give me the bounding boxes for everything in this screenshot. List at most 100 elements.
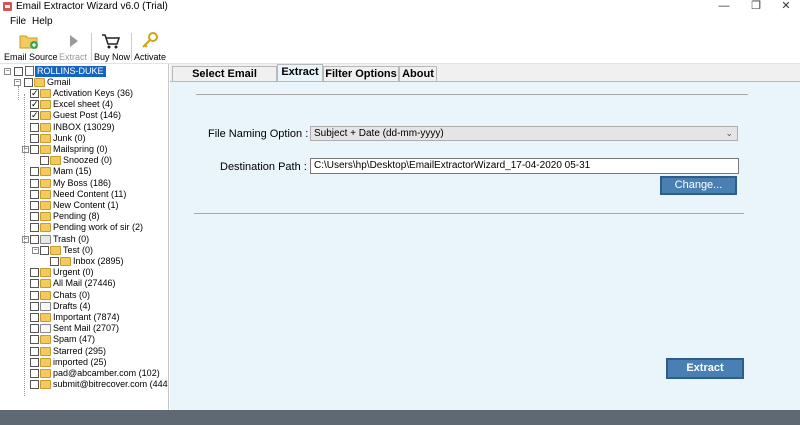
tree-folder-row[interactable]: − Mailspring (0) [22,144,168,155]
tree-folder-row[interactable]: INBOX (13029) [30,122,168,133]
tree-checkbox[interactable] [30,301,39,311]
toolbar: Email Source Extract Buy Now Activate [0,30,800,64]
tree-folder-label: Important (7874) [53,312,120,322]
activate-label: Activate [134,52,167,62]
tree-folder-row[interactable]: Inbox (2895) [50,256,168,267]
close-button[interactable]: ✕ [772,0,800,15]
tree-folder-row[interactable]: Pending (8) [30,211,168,222]
tab-extract[interactable]: Extract [277,64,323,82]
tree-folder-label: Activation Keys (36) [53,88,134,98]
folder-icon [40,167,51,177]
tree-checkbox[interactable] [50,257,59,266]
collapse-icon[interactable]: − [4,68,11,75]
maximize-button[interactable]: ❐ [742,0,770,15]
tree-folder-label: Inbox (2895) [73,256,124,266]
tree-gmail-row[interactable]: − Gmail [14,77,154,88]
tree-checkbox[interactable] [30,167,39,177]
tree-checkbox[interactable] [40,156,49,166]
tree-folder-row[interactable]: − Trash (0) [22,234,168,245]
tree-folder-label: Pending work of sir (2) [53,222,144,233]
tree-folder-row[interactable]: Snoozed (0) [40,155,168,166]
tree-checkbox[interactable] [14,67,23,76]
tree-checkbox[interactable] [30,223,39,233]
folder-tree[interactable]: − ROLLINS-DUKE − Gmail Activation Keys (… [0,64,169,410]
tree-checkbox[interactable] [30,357,39,367]
tree-checkbox[interactable] [30,212,39,222]
file-naming-select[interactable]: Subject + Date (dd-mm-yyyy) ⌄ [310,126,738,141]
status-bar [0,410,800,425]
tree-folder-row[interactable]: Important (7874) [30,312,168,323]
tree-folder-row[interactable]: Spam (47) [30,334,168,345]
menu-help[interactable]: Help [32,16,53,27]
tree-folder-label: Starred (295) [53,345,107,356]
tree-folder-label: Test (0) [63,244,94,255]
tree-folder-row[interactable]: Starred (295) [30,345,168,357]
tab-about[interactable]: About [399,66,437,82]
tree-folder-row[interactable]: Sent Mail (2707) [30,323,168,334]
change-button[interactable]: Change... [660,176,737,195]
tree-checkbox[interactable] [30,346,39,356]
tree-checkbox[interactable] [30,201,39,210]
tree-checkbox[interactable] [30,145,39,154]
collapse-icon[interactable]: − [14,79,21,86]
extract-button[interactable]: Extract [666,358,744,379]
tree-checkbox[interactable] [30,335,39,345]
tree-folder-label: Snoozed (0) [63,155,113,166]
tree-folder-row[interactable]: imported (25) [30,357,168,368]
minimize-button[interactable]: — [710,0,738,15]
tree-folder-label: Spam (47) [53,334,96,345]
tree-folder-row[interactable]: Chats (0) [30,290,168,301]
tree-folder-row[interactable]: Pending work of sir (2) [30,222,168,233]
tree-folder-row[interactable]: New Content (1) [30,200,168,211]
tree-folder-row[interactable]: − Test (0) [32,244,168,256]
tree-folder-row[interactable]: Junk (0) [30,133,168,144]
tree-folder-row[interactable]: Need Content (11) [30,189,168,200]
tree-checkbox[interactable] [30,99,39,110]
tree-folder-row[interactable]: My Boss (186) [30,178,168,189]
tree-folder-label: Mam (15) [53,166,92,177]
tab-select-email-source[interactable]: Select Email Source [172,66,277,94]
tree-folder-row[interactable]: All Mail (27446) [30,278,168,289]
tree-checkbox[interactable] [30,133,39,143]
menu-file[interactable]: File [10,16,26,27]
destination-path-input[interactable]: C:\Users\hp\Desktop\EmailExtractorWizard… [310,158,739,174]
tree-checkbox[interactable] [30,178,39,188]
activate-button[interactable]: Activate [134,31,166,63]
tree-checkbox[interactable] [30,380,39,390]
tree-checkbox[interactable] [30,189,39,199]
tree-folder-row[interactable]: Activation Keys (36) [30,88,168,99]
tree-checkbox[interactable] [30,234,39,244]
tree-checkbox[interactable] [30,88,39,98]
tree-account-row[interactable]: − ROLLINS-DUKE [4,66,164,77]
tree-folder-row[interactable]: Excel sheet (4) [30,99,168,110]
tree-folder-row[interactable]: Guest Post (146) [30,110,168,121]
tree-checkbox[interactable] [30,369,39,378]
tree-folder-label: New Content (1) [53,200,119,210]
tree-folder-label: All Mail (27446) [53,278,116,289]
trash-icon [40,234,51,244]
buy-now-button[interactable]: Buy Now [94,31,130,63]
email-source-button[interactable]: Email Source [4,31,58,63]
tree-folder-row[interactable]: Urgent (0) [30,267,168,278]
window-title: Email Extractor Wizard v6.0 (Trial) [16,1,168,12]
tree-checkbox[interactable] [40,245,49,255]
tree-checkbox[interactable] [30,290,39,300]
tree-folder-row[interactable]: pad@abcamber.com (102) [30,368,168,379]
folder-icon [40,111,51,121]
tree-checkbox[interactable] [30,313,39,322]
tree-account-label: ROLLINS-DUKE [35,66,106,77]
tree-checkbox[interactable] [30,268,39,278]
tree-checkbox[interactable] [30,110,39,121]
divider [196,94,748,95]
tree-checkbox[interactable] [30,122,39,132]
tree-checkbox[interactable] [30,324,39,334]
folder-icon [40,100,51,110]
collapse-icon[interactable]: − [32,246,39,254]
tree-folder-row[interactable]: Drafts (4) [30,301,168,312]
extract-toolbar-button[interactable]: Extract [58,31,88,63]
tab-filter-options[interactable]: Filter Options [323,66,399,82]
tree-folder-row[interactable]: submit@bitrecover.com (4446) [30,379,168,390]
tree-folder-row[interactable]: Mam (15) [30,166,168,177]
tree-checkbox[interactable] [24,78,33,87]
tree-checkbox[interactable] [30,279,39,289]
